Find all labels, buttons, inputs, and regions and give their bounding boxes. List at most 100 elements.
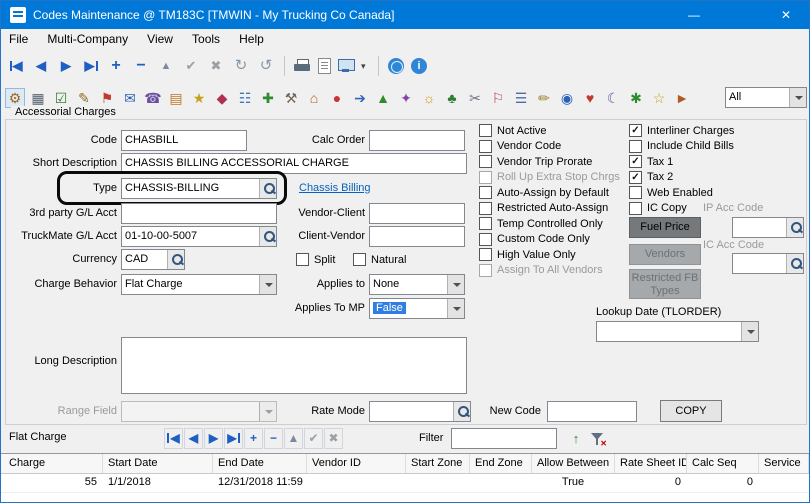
up-icon[interactable]: ▲	[373, 88, 393, 108]
checkbox-tax-2[interactable]: ✓Tax 2	[629, 170, 734, 186]
phone-icon[interactable]: ☎	[143, 88, 163, 108]
checkbox-natural[interactable]: Natural	[353, 252, 406, 267]
client-vendor-field[interactable]	[369, 226, 465, 247]
vendors-button[interactable]: Vendors	[629, 244, 701, 265]
codes-module-icon[interactable]: ⚙	[5, 88, 25, 108]
monitor-icon[interactable]	[338, 59, 354, 74]
applies-to-combo[interactable]: None	[369, 274, 465, 295]
grid-column-header[interactable]: End Zone	[470, 454, 532, 473]
info-icon[interactable]: i	[411, 58, 427, 74]
sort-icon[interactable]: ↑	[567, 429, 585, 449]
currency-lookup-icon[interactable]	[167, 250, 184, 269]
grid-column-header[interactable]: Calc Seq	[687, 454, 759, 473]
flag-icon[interactable]: ⚑	[97, 88, 117, 108]
grid-column-header[interactable]: Start Zone	[406, 454, 470, 473]
dropdown-arrow-icon[interactable]	[741, 322, 758, 341]
layers-icon[interactable]: ☷	[235, 88, 255, 108]
grid-column-header[interactable]: Vendor ID	[307, 454, 406, 473]
grid-column-header[interactable]: Service	[759, 454, 809, 473]
mail-icon[interactable]: ✉	[120, 88, 140, 108]
delete-record-icon[interactable]: −	[132, 56, 150, 76]
detail-first-icon[interactable]: ◀	[164, 428, 183, 449]
detail-post-icon[interactable]: ✔	[304, 428, 323, 449]
menu-view[interactable]: View	[139, 29, 181, 50]
detail-next-icon[interactable]: ▶	[204, 428, 223, 449]
calc-order-field[interactable]	[369, 130, 465, 151]
detail-prior-icon[interactable]: ◀	[184, 428, 203, 449]
checkbox-include-child-bills[interactable]: Include Child Bills	[629, 139, 734, 155]
checkbox-vendor-trip-prorate[interactable]: Vendor Trip Prorate	[479, 154, 620, 170]
checkbox-interliner-charges[interactable]: ✓Interliner Charges	[629, 123, 734, 139]
sun-icon[interactable]: ☼	[419, 88, 439, 108]
edit-record-icon[interactable]: ▲	[157, 56, 175, 76]
cancel-edit-icon[interactable]: ✖	[207, 56, 225, 76]
checkbox-restricted-auto-assign[interactable]: Restricted Auto-Assign	[479, 201, 620, 217]
flag-outline-icon[interactable]: ⚐	[488, 88, 508, 108]
dropdown-arrow-icon[interactable]	[789, 88, 806, 107]
currency-field[interactable]: CAD	[121, 249, 185, 270]
insert-record-icon[interactable]: +	[107, 56, 125, 76]
monitor-dropdown-arrow-icon[interactable]: ▾	[361, 61, 369, 72]
menu-file[interactable]: File	[1, 29, 36, 50]
type-field[interactable]: CHASSIS-BILLING	[121, 178, 277, 199]
detail-edit-icon[interactable]: ▲	[284, 428, 303, 449]
close-button[interactable]: ✕	[763, 1, 809, 29]
prior-record-icon[interactable]: ◀	[32, 56, 50, 76]
checkbox-tax-1[interactable]: ✓Tax 1	[629, 154, 734, 170]
heart-icon[interactable]: ♥	[580, 88, 600, 108]
checkbox-high-value-only[interactable]: High Value Only	[479, 247, 620, 263]
globe-icon[interactable]	[388, 58, 404, 74]
short-description-field[interactable]: CHASSIS BILLING ACCESSORIAL CHARGE	[121, 153, 467, 174]
report-icon[interactable]	[318, 58, 331, 74]
star-icon[interactable]: ★	[189, 88, 209, 108]
star-outline-icon[interactable]: ☆	[649, 88, 669, 108]
detail-cancel-icon[interactable]: ✖	[324, 428, 343, 449]
next-record-icon[interactable]: ▶	[57, 56, 75, 76]
club-icon[interactable]: ♣	[442, 88, 462, 108]
filter-field[interactable]	[451, 428, 557, 449]
dropdown-arrow-icon[interactable]	[447, 275, 464, 294]
post-edit-icon[interactable]: ✔	[182, 56, 200, 76]
grid-row[interactable]: 551/1/201812/31/2018 11:59True00	[1, 474, 809, 493]
ic-acc-code-field[interactable]	[732, 253, 804, 274]
ic-acc-code-lookup-icon[interactable]	[786, 254, 803, 273]
checkbox-not-active[interactable]: Not Active	[479, 123, 620, 139]
asterisk-icon[interactable]: ✱	[626, 88, 646, 108]
detail-last-icon[interactable]: ▶	[224, 428, 243, 449]
truckmate-gl-field[interactable]: 01-10-00-5007	[121, 226, 277, 247]
checkbox-temp-controlled-only[interactable]: Temp Controlled Only	[479, 216, 620, 232]
menu-multi-company[interactable]: Multi-Company	[39, 29, 136, 50]
applies-to-mp-combo[interactable]: False	[369, 298, 465, 319]
minimize-button[interactable]: —	[671, 1, 717, 29]
menu-tools[interactable]: Tools	[184, 29, 228, 50]
long-description-field[interactable]	[121, 337, 467, 394]
calendar-icon[interactable]: ▤	[166, 88, 186, 108]
title-bar[interactable]: Codes Maintenance @ TM183C [TMWIN - My T…	[1, 1, 809, 29]
home-icon[interactable]: ⌂	[304, 88, 324, 108]
grid-column-header[interactable]: Start Date	[103, 454, 213, 473]
requery-icon[interactable]: ↺	[257, 56, 275, 76]
new-code-field[interactable]	[547, 401, 637, 422]
grid-column-header[interactable]: Allow Between	[532, 454, 615, 473]
code-field[interactable]: CHASBILL	[121, 130, 247, 151]
edit-note-icon[interactable]: ✎	[74, 88, 94, 108]
chassis-billing-link[interactable]: Chassis Billing	[299, 182, 371, 194]
fuel-price-button[interactable]: Fuel Price	[629, 217, 701, 238]
target-icon[interactable]: ◉	[557, 88, 577, 108]
diamond-icon[interactable]: ◆	[212, 88, 232, 108]
lookup-date-combo[interactable]	[596, 321, 759, 342]
copy-button[interactable]: COPY	[660, 400, 722, 422]
detail-delete-icon[interactable]: −	[264, 428, 283, 449]
menu-help[interactable]: Help	[231, 29, 272, 50]
detail-insert-icon[interactable]: +	[244, 428, 263, 449]
route-icon[interactable]: ➔	[350, 88, 370, 108]
moon-icon[interactable]: ☾	[603, 88, 623, 108]
checkbox-vendor-code[interactable]: Vendor Code	[479, 139, 620, 155]
grid-column-header[interactable]: Rate Sheet ID	[615, 454, 687, 473]
vendor-client-field[interactable]	[369, 203, 465, 224]
rate-mode-field[interactable]	[369, 401, 471, 422]
print-icon[interactable]	[294, 59, 311, 74]
module-filter-combo[interactable]: All	[725, 87, 807, 108]
type-lookup-icon[interactable]	[259, 179, 276, 198]
charge-behavior-combo[interactable]: Flat Charge	[121, 274, 277, 295]
